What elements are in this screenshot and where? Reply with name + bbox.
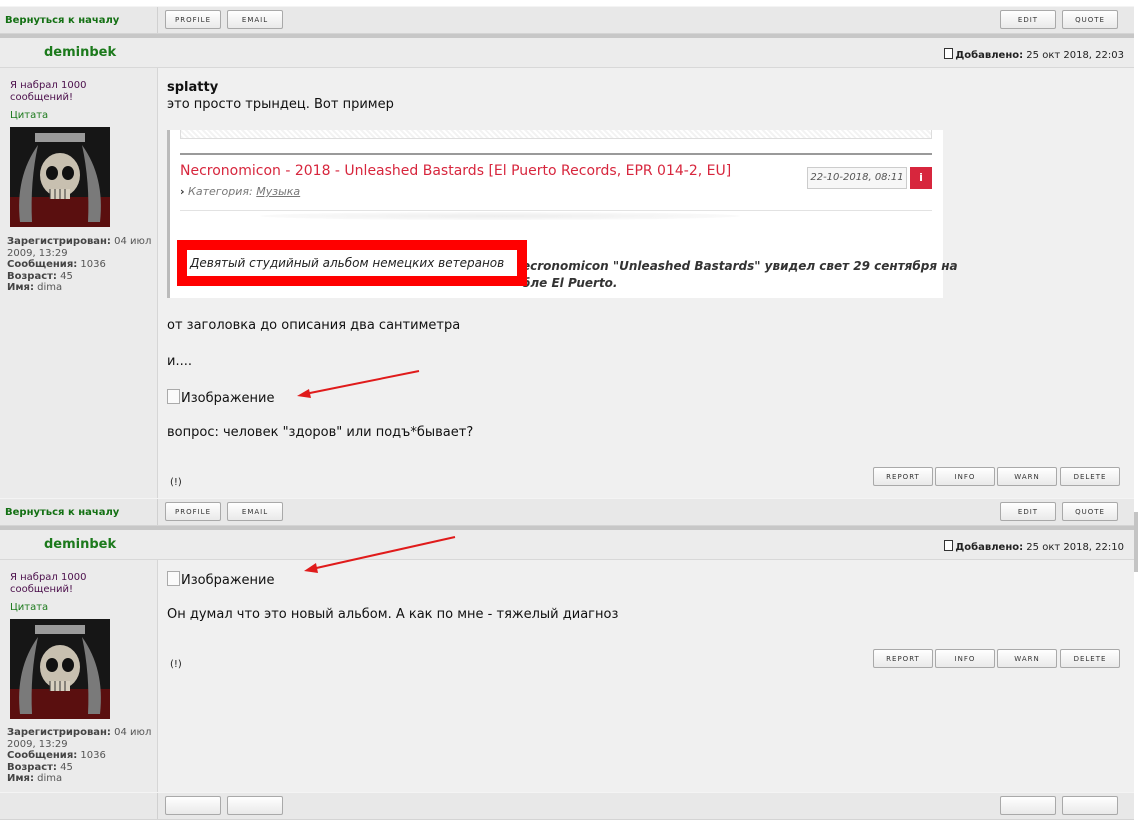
- post-text: это просто трындец. Вот пример: [167, 97, 394, 112]
- image-placeholder: Изображение: [167, 389, 274, 406]
- post-text: и....: [167, 354, 192, 369]
- post-text: Он думал что это новый альбом. А как по …: [167, 607, 619, 622]
- profile-button[interactable]: PROFILE: [165, 10, 221, 29]
- highlight-text: Девятый студийный альбом немецких ветера…: [190, 256, 505, 270]
- document-icon[interactable]: [944, 48, 954, 59]
- post-date: Добавлено: 25 окт 2018, 22:10: [944, 540, 1124, 553]
- report-button[interactable]: REPORT: [873, 467, 933, 486]
- post-header: deminbek Добавлено: 25 окт 2018, 22:03: [0, 38, 1134, 68]
- quote-button[interactable]: QUOTE: [1062, 10, 1118, 29]
- warn-button[interactable]: WARN: [997, 649, 1057, 668]
- back-to-top-link[interactable]: Вернуться к началу: [5, 507, 119, 518]
- avatar: [10, 619, 110, 719]
- email-button[interactable]: EMAIL: [227, 502, 283, 521]
- quote-button[interactable]: [1062, 796, 1118, 815]
- quote-link[interactable]: Цитата: [10, 110, 48, 121]
- user-info: Зарегистрирован: 04 июл 2009, 13:29 Сооб…: [7, 236, 152, 293]
- email-button[interactable]: [227, 796, 283, 815]
- warn-button[interactable]: WARN: [997, 467, 1057, 486]
- quoted-username: splatty: [167, 80, 219, 95]
- info-icon[interactable]: i: [910, 167, 932, 189]
- back-to-top-link[interactable]: Вернуться к началу: [5, 15, 119, 26]
- embed-date: 22-10-2018, 08:11: [807, 167, 907, 189]
- profile-button[interactable]: PROFILE: [165, 502, 221, 521]
- quote-button[interactable]: QUOTE: [1062, 502, 1118, 521]
- author-name[interactable]: deminbek: [44, 537, 116, 552]
- edit-button[interactable]: [1000, 796, 1056, 815]
- report-button[interactable]: REPORT: [873, 649, 933, 668]
- post-text: вопрос: человек "здоров" или подъ*бывает…: [167, 425, 474, 440]
- avatar-skull-image: [10, 127, 110, 227]
- avatar: [10, 127, 110, 227]
- post-date: Добавлено: 25 окт 2018, 22:03: [944, 48, 1124, 61]
- document-icon[interactable]: [944, 540, 954, 551]
- info-button[interactable]: INFO: [935, 467, 995, 486]
- user-rank: Я набрал 1000 сообщений!: [10, 572, 87, 595]
- post-toolbar: Вернуться к началу PROFILE EMAIL EDIT QU…: [0, 498, 1134, 526]
- red-arrow-icon: [304, 536, 456, 573]
- email-button[interactable]: EMAIL: [227, 10, 283, 29]
- broken-image-icon: [167, 571, 180, 586]
- edit-button[interactable]: EDIT: [1000, 10, 1056, 29]
- profile-button[interactable]: [165, 796, 221, 815]
- author-name[interactable]: deminbek: [44, 45, 116, 60]
- category-link[interactable]: Музыка: [256, 185, 300, 198]
- scrollbar[interactable]: [1134, 512, 1138, 572]
- embedded-screenshot: Necronomicon - 2018 - Unleashed Bastards…: [167, 130, 958, 298]
- report-flag[interactable]: (!): [170, 659, 182, 670]
- report-flag[interactable]: (!): [170, 477, 182, 488]
- info-button[interactable]: INFO: [935, 649, 995, 668]
- embed-description: ecronomicon "Unleashed Bastards" увидел …: [522, 259, 958, 273]
- post-toolbar-top: Вернуться к началу PROFILE EMAIL EDIT QU…: [0, 6, 1134, 34]
- avatar-skull-image: [10, 619, 110, 719]
- quote-link[interactable]: Цитата: [10, 602, 48, 613]
- post-text: от заголовка до описания два сантиметра: [167, 318, 461, 333]
- edit-button[interactable]: EDIT: [1000, 502, 1056, 521]
- post-toolbar: [0, 792, 1134, 820]
- post-header: deminbek Добавлено: 25 окт 2018, 22:10: [0, 530, 1134, 560]
- chevron-right-icon: ›: [180, 185, 185, 198]
- highlight-box: Девятый студийный альбом немецких ветера…: [177, 240, 527, 286]
- delete-button[interactable]: DELETE: [1060, 649, 1120, 668]
- image-placeholder: Изображение: [167, 571, 274, 588]
- broken-image-icon: [167, 389, 180, 404]
- user-info: Зарегистрирован: 04 июл 2009, 13:29 Сооб…: [7, 727, 152, 784]
- embed-title: Necronomicon - 2018 - Unleashed Bastards…: [180, 163, 732, 179]
- red-arrow-icon: [297, 370, 420, 398]
- embed-description-2: бле El Puerto.: [522, 276, 618, 290]
- delete-button[interactable]: DELETE: [1060, 467, 1120, 486]
- user-rank: Я набрал 1000 сообщений!: [10, 80, 87, 103]
